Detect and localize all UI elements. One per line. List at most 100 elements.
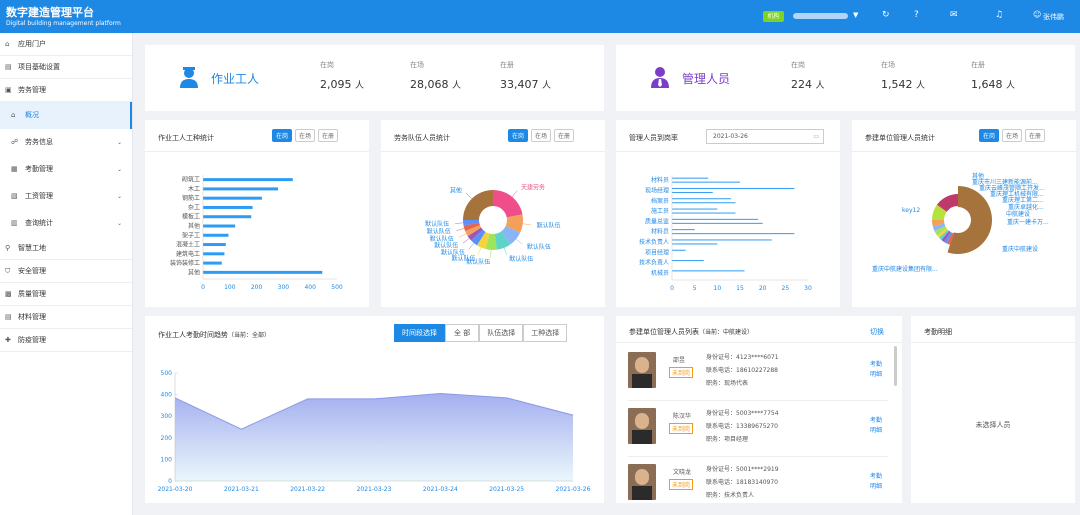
tab-registered[interactable]: 在册 [1025, 129, 1046, 142]
worktype-select-button[interactable]: 工种选择 [523, 324, 568, 342]
manager-rate-card: 管理人员到岗率 2021-03-26 ▭ 材料员 现场经理 档案员 施工员 质量总监 材料… [616, 120, 840, 307]
check-icon: ▩ [5, 290, 12, 298]
sidebar-item[interactable]: ⌂ 应用门户 [0, 33, 132, 56]
slice-label: 默认队伍 [509, 255, 533, 263]
tab-on-duty[interactable]: 在岗 [508, 129, 529, 142]
tick-label: 砌筑工 [182, 176, 200, 184]
list-item: 文晓龙 未到岗 身份证号：5001****2919 联系电话：181831409… [628, 464, 898, 503]
sidebar-item-label: 质量管理 [18, 290, 46, 298]
card-title: 考勤明细 [924, 328, 952, 336]
sidebar-item-label: 应用门户 [18, 40, 46, 48]
tabs: 在岗 在场 在册 [979, 129, 1046, 142]
org-selector[interactable] [793, 13, 848, 19]
card-title-text: 参建单位管理人员列表 [629, 328, 699, 336]
chevron-down-icon[interactable]: ⌄ [117, 156, 122, 183]
date-picker[interactable]: 2021-03-26 ▭ [706, 129, 824, 144]
tab-on-site[interactable]: 在场 [1002, 129, 1023, 142]
card-title: 管理人员到岗率 [629, 134, 678, 142]
divider [381, 151, 605, 152]
chevron-down-icon[interactable]: ⌄ [117, 183, 122, 210]
attendance-trend-card: 作业工人考勤时间趋势（当前：全部） 时间段选择 全 部 队伍选择 工种选择 0 1… [145, 316, 604, 503]
time-range-button[interactable]: 时间段选择 [394, 324, 445, 342]
bell-icon[interactable]: ♫ [995, 10, 1003, 20]
sidebar-item[interactable]: ☍ 劳务信息 ⌄ [0, 129, 132, 156]
divider [628, 400, 888, 401]
label-line [456, 228, 465, 231]
x-tick-label: 15 [736, 285, 744, 292]
label-line [459, 233, 467, 238]
worker-icon [180, 67, 198, 88]
avatar-face [635, 357, 649, 373]
card-title: 作业工人工种统计 [158, 134, 214, 142]
sidebar-item[interactable]: ▦ 考勤管理 ⌄ [0, 156, 132, 183]
refresh-icon[interactable]: ↻ [882, 10, 890, 20]
sidebar-item[interactable]: ⚲ 智慧工地 [0, 237, 132, 260]
sidebar-item[interactable]: ⌂ 概况 [0, 102, 132, 129]
x-tick-label: 2021-03-26 [556, 486, 591, 493]
bar [672, 239, 772, 241]
divider [628, 456, 888, 457]
chevron-down-icon[interactable]: ▼ [853, 11, 858, 19]
sidebar-item[interactable]: ▧ 工资管理 ⌄ [0, 183, 132, 210]
switch-link[interactable]: 切换 [870, 327, 884, 337]
tab-on-site[interactable]: 在场 [295, 129, 316, 142]
workers-title: 作业工人 [211, 72, 260, 86]
tab-on-duty[interactable]: 在岗 [979, 129, 1000, 142]
attendance-detail-link[interactable]: 考勤明细 [870, 416, 886, 436]
user-name[interactable]: 张伟鹏 [1043, 12, 1064, 22]
bar [672, 177, 709, 179]
org-tag: 机构 [763, 11, 784, 22]
tab-on-duty[interactable]: 在岗 [272, 129, 293, 142]
settings-icon: ▤ [5, 63, 12, 71]
label-line [477, 247, 482, 255]
sidebar-item[interactable]: ▩ 质量管理 [0, 283, 132, 306]
avatar-body [632, 374, 652, 388]
tick-label: 材料员 [651, 228, 669, 236]
help-icon[interactable]: ? [914, 10, 919, 20]
person-role: 职务：技术负责人 [706, 492, 755, 499]
chevron-down-icon[interactable]: ⌄ [117, 210, 122, 237]
label-line [490, 249, 492, 258]
tab-registered[interactable]: 在册 [318, 129, 339, 142]
stat-number: 1,542 [881, 78, 913, 91]
person-name: 陈汉华 [673, 413, 692, 420]
slice-label: 默认队伍 [427, 228, 451, 236]
stat-value: 28,068 人 [410, 78, 461, 91]
bar [203, 205, 253, 209]
sidebar-item[interactable]: ⛉ 安全管理 [0, 260, 132, 283]
tab-registered[interactable]: 在册 [554, 129, 575, 142]
bar [672, 249, 686, 251]
bar [203, 196, 262, 200]
team-select-button[interactable]: 队伍选择 [479, 324, 524, 342]
user-icon[interactable]: ☺ [1033, 10, 1041, 19]
stat-unit: 人 [542, 81, 552, 91]
attendance-detail-link[interactable]: 考勤明细 [870, 472, 886, 492]
stat-number: 33,407 [500, 78, 539, 91]
calendar-icon[interactable]: ▭ [813, 130, 819, 143]
y-tick-label: 0 [168, 478, 172, 485]
sidebar-item[interactable]: ▣ 劳务管理 [0, 79, 132, 102]
top-bar: 数字建造管理平台 Digital building management pla… [0, 0, 1080, 33]
list-item: 陈汉华 未到岗 身份证号：5003****7754 联系电话：133896752… [628, 408, 898, 448]
x-tick-label: 2021-03-22 [290, 486, 325, 493]
stat-number: 1,648 [971, 78, 1003, 91]
worker-type-chart: 砌筑工木工钢筋工杂工模板工其他架子工混凝土工建筑电工装饰装修工其他0 100 200… [170, 175, 343, 291]
bar [672, 208, 718, 210]
status-badge: 未到岗 [669, 367, 694, 378]
sidebar-item[interactable]: ✚ 防疫管理 [0, 329, 132, 352]
person-phone: 联系电话：13389675270 [706, 423, 778, 430]
chevron-down-icon[interactable]: ⌄ [117, 129, 122, 156]
sidebar-item[interactable]: ▤ 项目基础设置 [0, 56, 132, 79]
all-button[interactable]: 全 部 [445, 324, 480, 342]
sidebar-item[interactable]: ▥ 查询统计 ⌄ [0, 210, 132, 237]
attendance-detail-link[interactable]: 考勤明细 [870, 360, 886, 380]
slice-label: 默认队伍 [425, 220, 449, 228]
divider [145, 151, 369, 152]
mail-icon[interactable]: ✉ [950, 10, 958, 20]
managers-summary-card: 管理人员 在岗 224 人 在场 1,542 人 在册 1,648 人 [616, 45, 1075, 111]
worker-type-card: 作业工人工种统计 在岗 在场 在册 砌筑工 木工 钢筋工 杂工 模板工 其他 架子工 混凝土工 建筑… [145, 120, 369, 307]
label-line [455, 222, 464, 224]
tab-on-site[interactable]: 在场 [531, 129, 552, 142]
slice-label: 重庆理工第二... [1002, 196, 1044, 204]
sidebar-item[interactable]: ▤ 材料管理 [0, 306, 132, 329]
